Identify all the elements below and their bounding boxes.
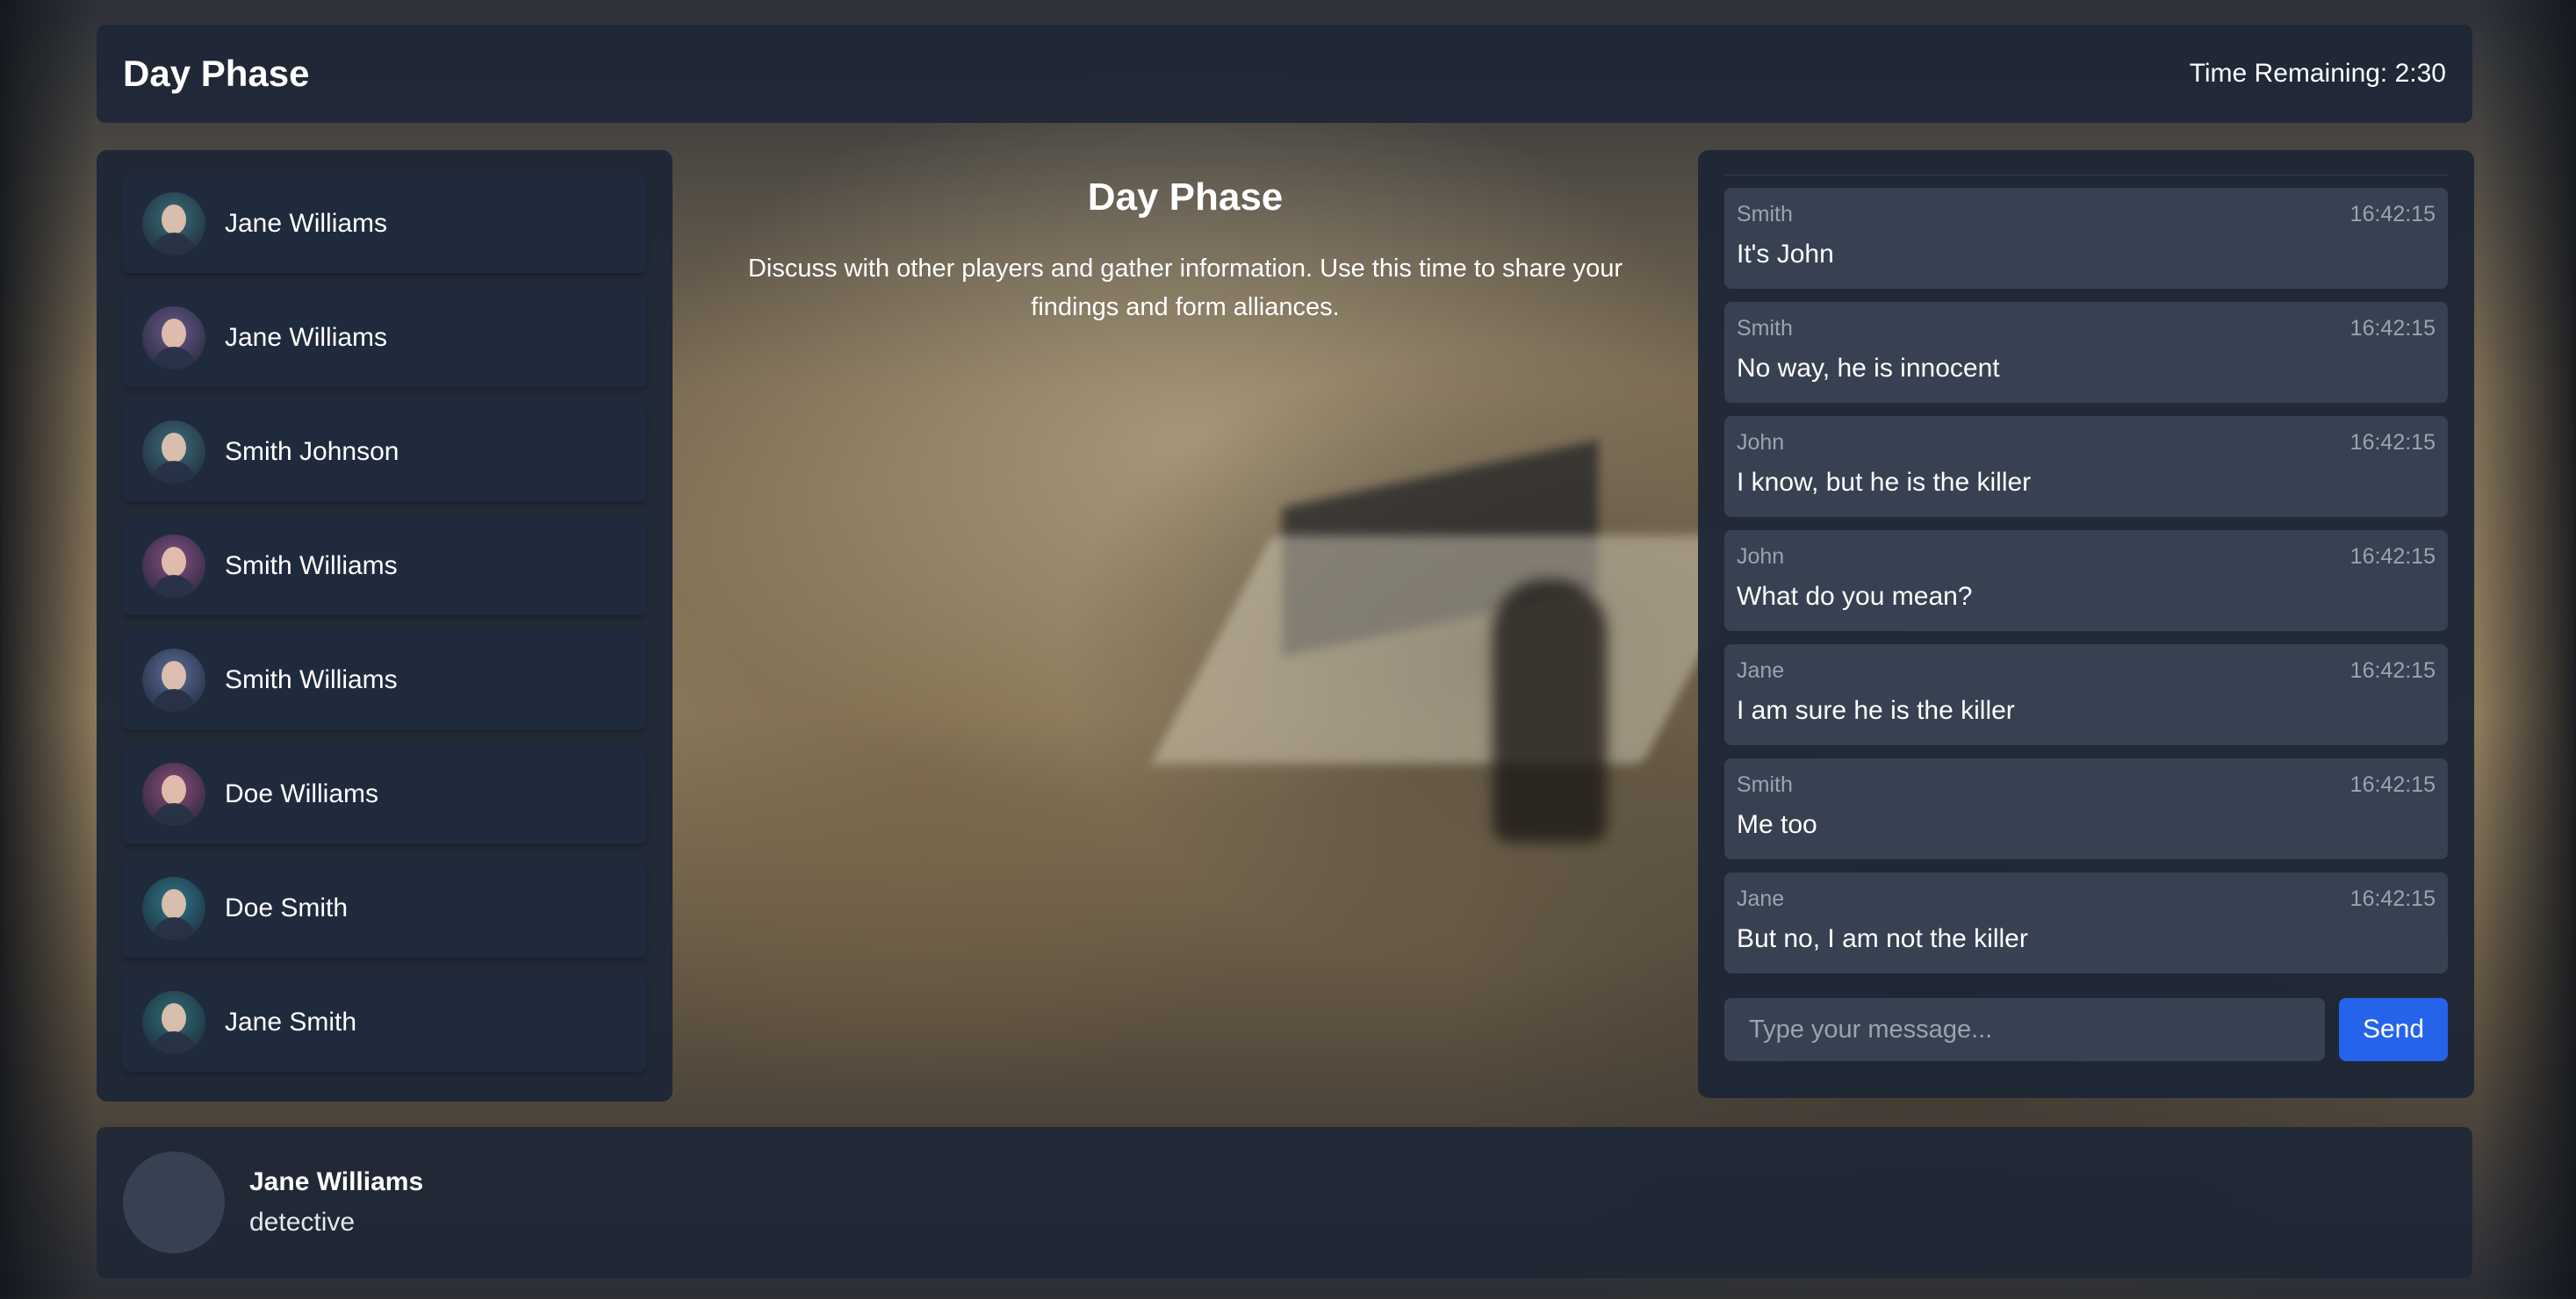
message-text: Me too	[1737, 810, 1817, 839]
player-item[interactable]: Smith Williams	[123, 517, 646, 615]
player-item[interactable]: Doe Smith	[123, 859, 646, 958]
phase-description: Discuss with other players and gather in…	[747, 255, 1623, 321]
message-text: No way, he is innocent	[1737, 354, 2000, 383]
message-input[interactable]	[1724, 998, 2325, 1061]
portrait-woman-icon	[142, 649, 205, 712]
player-item[interactable]: Jane Smith	[123, 973, 646, 1072]
message-text: I am sure he is the killer	[1737, 696, 2015, 725]
message-sender: John	[1737, 430, 1785, 455]
message-text: I know, but he is the killer	[1737, 468, 2032, 497]
message-time: 16:42:15	[2349, 430, 2436, 455]
portrait-man-icon	[142, 420, 205, 484]
portrait-woman-icon	[142, 763, 205, 826]
message-time: 16:42:15	[2349, 316, 2436, 341]
message-time: 16:42:15	[2349, 772, 2436, 797]
player-item[interactable]: Jane Williams	[123, 289, 646, 387]
player-item[interactable]: Smith Williams	[123, 631, 646, 729]
chat-message: Jane 16:42:15 I am sure he is the killer	[1724, 644, 2448, 745]
phase-heading: Day Phase	[1087, 176, 1284, 219]
player-name: Smith Williams	[225, 551, 398, 580]
message-sender: Jane	[1737, 658, 1785, 683]
player-name: Smith Williams	[225, 665, 398, 694]
chat-message: John 16:42:15 I know, but he is the kille…	[1724, 416, 2448, 517]
time-remaining: Time Remaining: 2:30	[2189, 59, 2446, 88]
player-name: Doe Smith	[225, 894, 349, 922]
message-time: 16:42:15	[2349, 202, 2436, 226]
avatar	[123, 1152, 225, 1253]
player-item[interactable]: Doe Williams	[123, 745, 646, 843]
chat-panel: Smith 16:42:15 It's John Smith 16:42:15 No…	[1698, 150, 2474, 1098]
player-name: Smith Johnson	[225, 437, 399, 466]
player-item[interactable]: Jane Williams	[123, 175, 646, 273]
send-button[interactable]: Send	[2339, 998, 2448, 1061]
player-name: Jane Smith	[225, 1008, 357, 1037]
message-text: What do you mean?	[1737, 582, 1973, 611]
chat-message: Smith 16:42:15 It's John	[1724, 188, 2448, 289]
player-name: Jane Williams	[225, 209, 388, 238]
message-sender: Smith	[1737, 772, 1793, 797]
player-role: detective	[249, 1208, 356, 1237]
message-time: 16:42:15	[2349, 544, 2436, 569]
player-name: Jane Williams	[249, 1167, 424, 1196]
portrait-woman-icon	[142, 306, 205, 370]
background-vignette-left	[0, 0, 97, 1299]
chat-message: John 16:42:15 What do you mean?	[1724, 530, 2448, 631]
phase-info: Day Phase Discuss with other players and…	[720, 176, 1651, 327]
message-sender: Smith	[1737, 202, 1793, 226]
message-composer: Send	[1724, 998, 2448, 1061]
portrait-man-icon	[142, 991, 205, 1054]
message-sender: Smith	[1737, 316, 1793, 341]
message-text: It's John	[1737, 240, 1834, 269]
message-time: 16:42:15	[2349, 658, 2436, 683]
chat-message: Smith 16:42:15 Me too	[1724, 758, 2448, 859]
player-info: Jane Williams detective	[249, 1167, 423, 1238]
portrait-man-icon	[142, 877, 205, 940]
background-figure	[1493, 579, 1607, 843]
player-name: Jane Williams	[225, 323, 388, 352]
message-sender: John	[1737, 544, 1785, 569]
player-item[interactable]: Smith Johnson	[123, 403, 646, 501]
message-sender: Jane	[1737, 886, 1785, 911]
background-vignette-right	[2479, 0, 2576, 1299]
phase-title: Day Phase	[123, 53, 310, 94]
chat-divider	[1724, 175, 2448, 176]
message-time: 16:42:15	[2349, 886, 2436, 911]
chat-message: Smith 16:42:15 No way, he is innocent	[1724, 302, 2448, 403]
player-list: Jane Williams Jane Williams Smith Johnso…	[97, 150, 673, 1102]
portrait-man-icon	[142, 192, 205, 255]
chat-message: Jane 16:42:15 But no, I am not the killer	[1724, 872, 2448, 973]
top-bar: Day Phase Time Remaining: 2:30	[97, 25, 2472, 123]
player-name: Doe Williams	[225, 779, 379, 808]
message-text: But no, I am not the killer	[1737, 924, 2028, 953]
portrait-woman-icon	[142, 535, 205, 598]
player-info-bar: Jane Williams detective	[97, 1127, 2472, 1278]
